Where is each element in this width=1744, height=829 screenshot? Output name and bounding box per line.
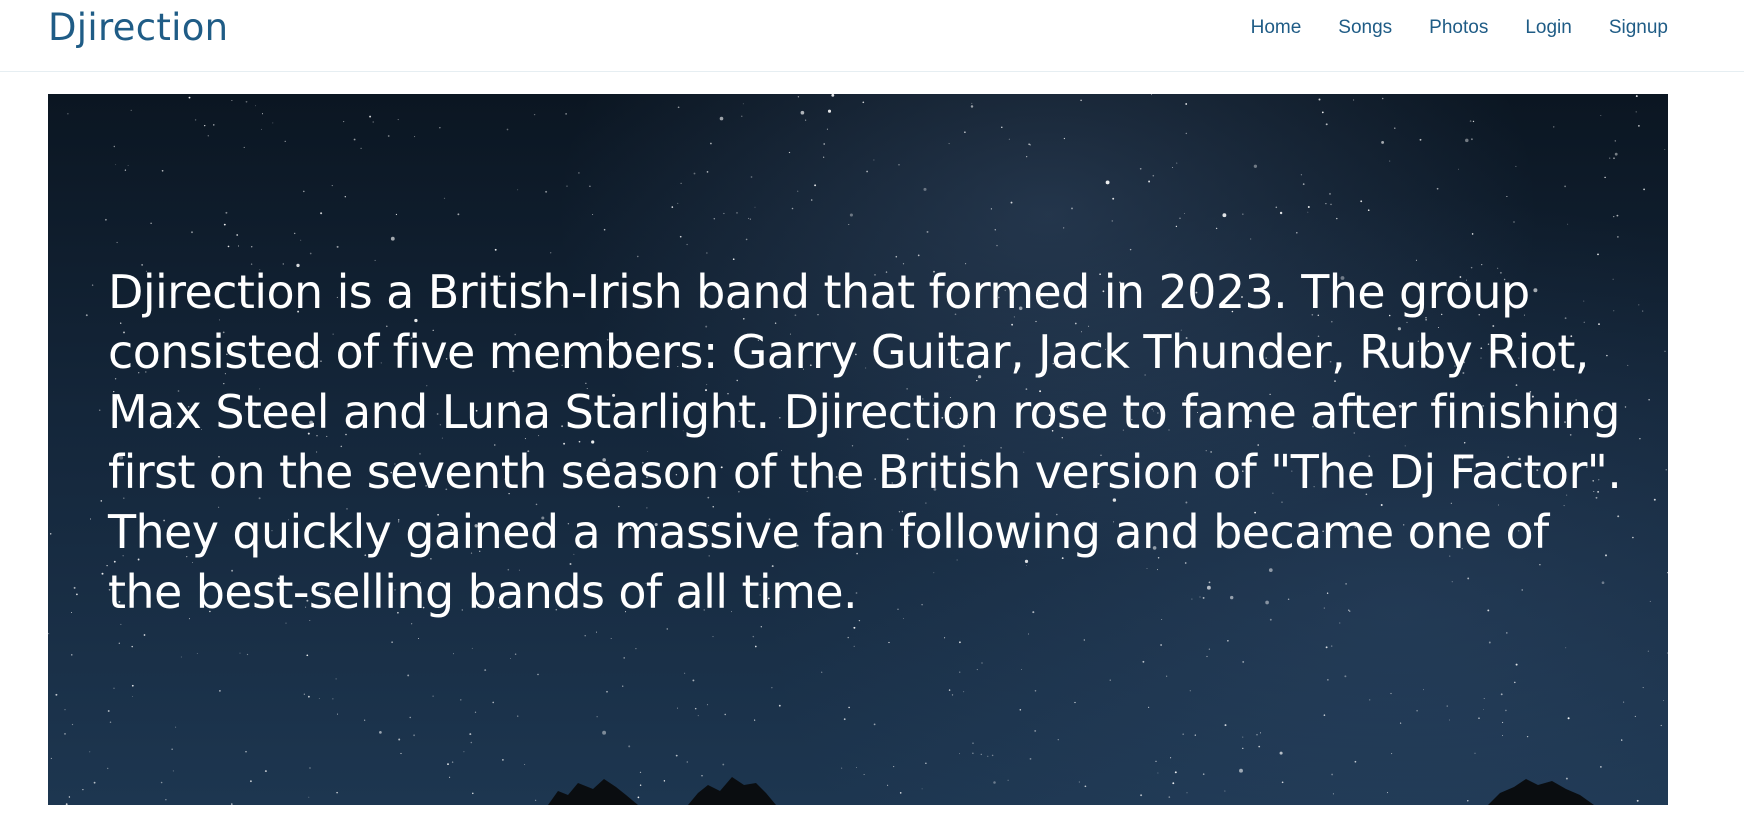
hero-description: Djirection is a British-Irish band that … (108, 265, 1622, 619)
nav-login-link[interactable]: Login (1507, 14, 1591, 42)
nav-photos-link[interactable]: Photos (1411, 14, 1507, 42)
nav-signup-link[interactable]: Signup (1590, 14, 1668, 42)
nav-songs-link[interactable]: Songs (1320, 14, 1411, 42)
main-nav: Home Songs Photos Login Signup (1232, 14, 1668, 42)
hero-banner: Djirection is a British-Irish band that … (48, 94, 1668, 805)
top-navbar: Djirection Home Songs Photos Login Signu… (0, 0, 1744, 72)
treeline-silhouette (548, 777, 1594, 805)
brand-logo-link[interactable]: Djirection (48, 4, 228, 52)
nav-home-link[interactable]: Home (1232, 14, 1320, 42)
